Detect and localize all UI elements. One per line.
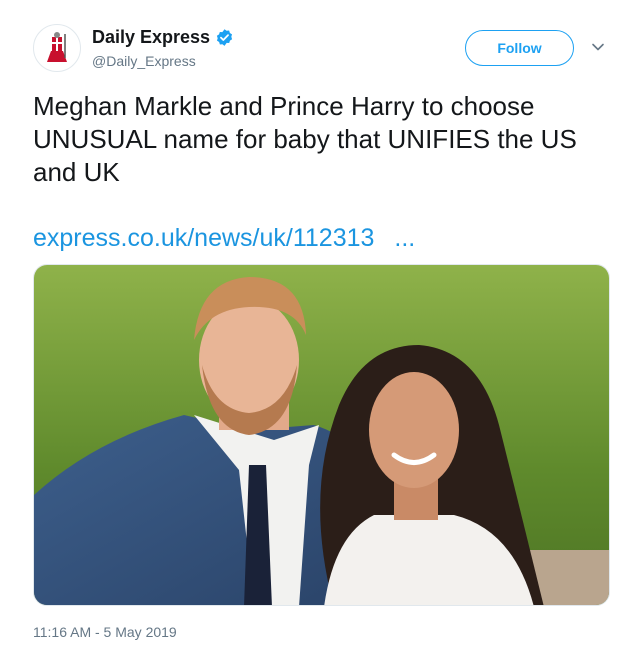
account-name[interactable]: Daily Express bbox=[92, 27, 210, 48]
chevron-down-icon[interactable] bbox=[591, 40, 605, 54]
photo-illustration bbox=[34, 265, 609, 605]
tweet-photo[interactable] bbox=[33, 264, 610, 606]
crusader-knight-logo bbox=[38, 29, 76, 67]
link-ellipsis[interactable]: ... bbox=[394, 224, 415, 252]
tweet-timestamp[interactable]: 11:16 AM - 5 May 2019 bbox=[33, 624, 177, 640]
article-link[interactable]: express.co.uk/news/uk/112313... bbox=[33, 224, 415, 253]
article-link-text[interactable]: express.co.uk/news/uk/112313 bbox=[33, 224, 374, 252]
follow-button[interactable]: Follow bbox=[465, 30, 574, 66]
avatar[interactable] bbox=[33, 24, 81, 72]
account-handle[interactable]: @Daily_Express bbox=[92, 53, 196, 69]
tweet-text: Meghan Markle and Prince Harry to choose… bbox=[33, 91, 577, 187]
account-name-row[interactable]: Daily Express bbox=[92, 27, 234, 48]
verified-badge-icon bbox=[216, 29, 233, 46]
